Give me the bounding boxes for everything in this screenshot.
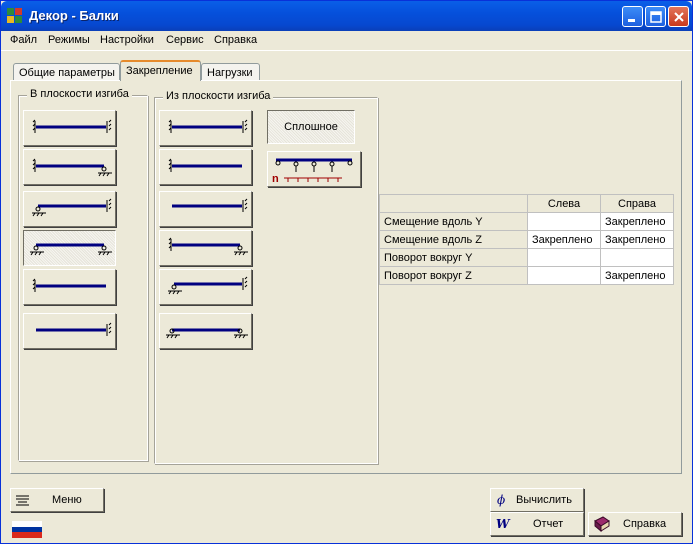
table-row-label: Смещение вдоль Z [379, 230, 528, 249]
close-button[interactable] [668, 6, 689, 27]
app-icon [7, 8, 22, 23]
menu-button[interactable]: Меню [10, 488, 104, 512]
table-header-row: Слева Справа [379, 194, 674, 213]
beam-fixed-fixed-icon [32, 119, 112, 133]
table-cell[interactable]: Закреплено [527, 230, 601, 249]
phi-icon: ϕ [497, 493, 505, 507]
in-plane-fixed-fixed-button[interactable] [23, 110, 116, 146]
beam-fixed-pinned-icon [32, 158, 112, 177]
help-button-label: Справка [623, 518, 667, 530]
out-plane-pinned-pinned-button[interactable] [159, 313, 252, 349]
support-count-label: n [272, 173, 279, 185]
in-plane-fixed-free-button[interactable] [23, 269, 116, 305]
window-title: Декор - Балки [29, 8, 119, 23]
table-cell[interactable] [600, 248, 674, 267]
table-cell[interactable]: Закреплено [600, 266, 674, 285]
tab-fixing[interactable]: Закрепление [120, 60, 201, 81]
table-cell[interactable] [527, 248, 601, 267]
table-row-label: Поворот вокруг Y [379, 248, 528, 267]
out-plane-fixed-pinned-button[interactable] [159, 230, 252, 266]
table-row-label: Смещение вдоль Y [379, 212, 528, 231]
distributed-support-button[interactable]: n [267, 151, 361, 187]
table-row[interactable]: Поворот вокруг Y [379, 248, 674, 267]
in-plane-free-fixed-button[interactable] [23, 313, 116, 349]
menu-settings[interactable]: Настройки [100, 34, 154, 46]
help-book-icon [594, 516, 610, 533]
in-plane-fixed-pinned-button[interactable] [23, 149, 116, 185]
calculate-button[interactable]: ϕ Вычислить [490, 488, 584, 512]
beam-pinned-pinned-icon [166, 328, 248, 339]
beam-fixed-fixed-icon [168, 119, 248, 133]
distributed-supports-icon: n [272, 158, 353, 185]
svg-text:W: W [496, 517, 511, 531]
calculate-button-label: Вычислить [516, 494, 572, 506]
table-header-cell: Слева [527, 194, 601, 213]
group-in-plane-title: В плоскости изгиба [27, 88, 132, 100]
beam-pinned-fixed-icon [168, 276, 248, 295]
russian-flag-icon[interactable] [12, 521, 42, 538]
beam-pinned-pinned-icon [30, 243, 112, 256]
table-row-label: Поворот вокруг Z [379, 266, 528, 285]
maximize-button[interactable] [645, 6, 666, 27]
report-button[interactable]: W Отчет [490, 512, 584, 536]
beam-pinned-fixed-icon [32, 198, 112, 217]
tab-loads[interactable]: Нагрузки [201, 63, 260, 81]
minimize-button[interactable] [622, 6, 643, 27]
svg-text:ϕ: ϕ [497, 493, 505, 507]
beam-fixed-pinned-icon [168, 237, 248, 256]
out-plane-fixed-free-button[interactable] [159, 149, 252, 185]
group-out-plane-title: Из плоскости изгиба [163, 90, 274, 102]
table-row[interactable]: Поворот вокруг Z Закреплено [379, 266, 674, 285]
beam-fixed-free-icon [32, 278, 106, 292]
beam-fixed-free-icon [168, 158, 242, 172]
menu-service[interactable]: Сервис [166, 34, 204, 46]
out-plane-pinned-fixed-button[interactable] [159, 269, 252, 305]
title-bar[interactable]: Декор - Балки [1, 1, 692, 31]
table-row[interactable]: Смещение вдоль Y Закреплено [379, 212, 674, 231]
table-cell[interactable]: Закреплено [600, 230, 674, 249]
tab-general[interactable]: Общие параметры [13, 63, 120, 81]
help-button[interactable]: Справка [588, 512, 682, 536]
beam-free-fixed-icon [172, 198, 248, 212]
menu-button-label: Меню [52, 494, 82, 506]
table-cell[interactable] [527, 212, 601, 231]
out-plane-free-fixed-button[interactable] [159, 191, 252, 227]
menu-list-icon [16, 495, 29, 506]
table-cell[interactable]: Закреплено [600, 212, 674, 231]
report-button-label: Отчет [533, 518, 564, 530]
menu-modes[interactable]: Режимы [48, 34, 90, 46]
solid-support-button[interactable]: Сплошное [267, 110, 355, 144]
app-window: Декор - Балки Файл Режимы Настройки Серв… [0, 0, 693, 544]
beam-free-fixed-icon [36, 322, 112, 336]
table-header-cell: Справа [600, 194, 674, 213]
fixing-table[interactable]: Слева Справа Смещение вдоль Y Закреплено… [379, 194, 674, 285]
table-row[interactable]: Смещение вдоль Z Закреплено Закреплено [379, 230, 674, 249]
table-header-cell [379, 194, 528, 213]
menu-file[interactable]: Файл [10, 34, 37, 46]
menu-help[interactable]: Справка [214, 34, 257, 46]
in-plane-pinned-pinned-button[interactable] [23, 230, 116, 266]
in-plane-pinned-fixed-button[interactable] [23, 191, 116, 227]
word-doc-icon: W [496, 517, 511, 531]
menu-bar: Файл Режимы Настройки Сервис Справка [1, 31, 692, 51]
out-plane-fixed-fixed-button[interactable] [159, 110, 252, 146]
table-cell[interactable] [527, 266, 601, 285]
